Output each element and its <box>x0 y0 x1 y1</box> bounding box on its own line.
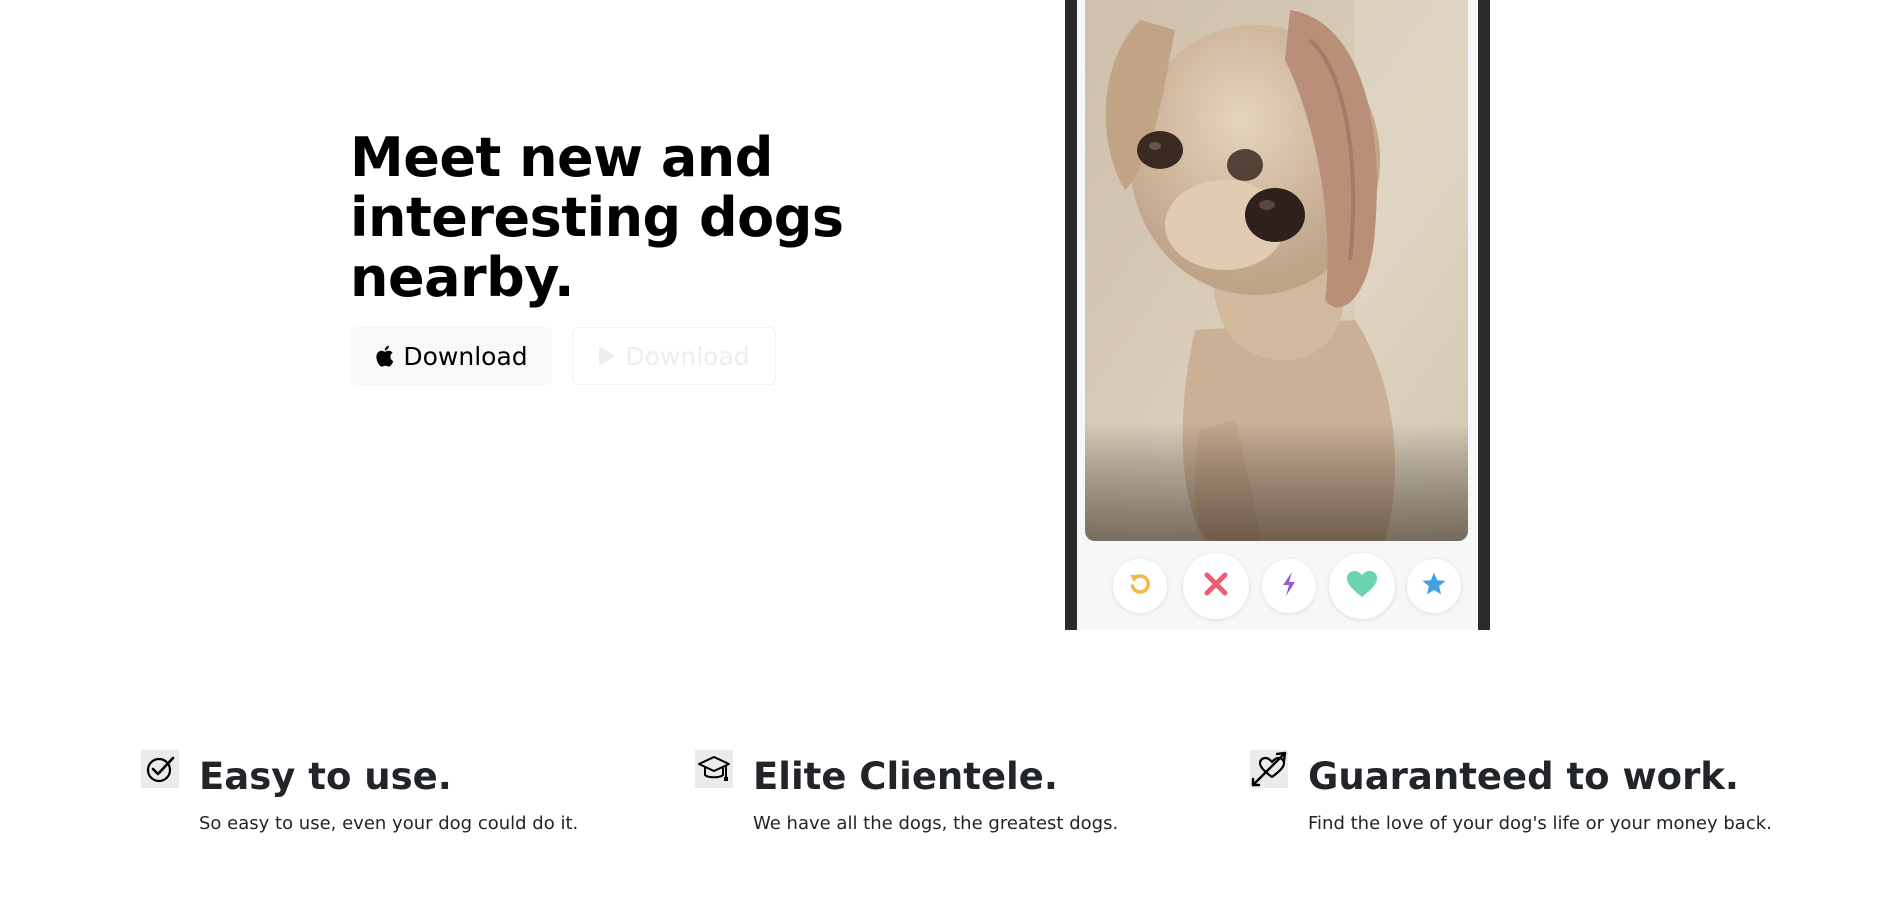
play-store-icon <box>598 345 616 367</box>
feature-title: Elite Clientele. <box>753 755 1058 798</box>
check-circle-icon <box>141 750 179 788</box>
feature-description: We have all the dogs, the greatest dogs. <box>753 813 1119 834</box>
heart-arrow-icon <box>1250 750 1288 788</box>
feature-description: So easy to use, even your dog could do i… <box>199 813 579 834</box>
boost-button[interactable] <box>1262 559 1316 613</box>
feature-title: Guaranteed to work. <box>1308 755 1739 798</box>
lightning-icon <box>1280 571 1298 601</box>
play-download-button[interactable]: Download <box>572 327 776 385</box>
rewind-button[interactable] <box>1113 559 1167 613</box>
apple-download-button[interactable]: Download <box>350 327 552 385</box>
hero-title: Meet new and interesting dogs nearby. <box>350 126 844 309</box>
star-icon <box>1421 571 1447 601</box>
phone-mockup <box>1065 0 1490 630</box>
nope-button[interactable] <box>1183 553 1249 619</box>
heart-icon <box>1346 570 1378 602</box>
dog-profile-photo <box>1085 0 1468 541</box>
apple-icon <box>374 344 394 368</box>
apple-download-label: Download <box>403 341 528 371</box>
play-download-label: Download <box>625 341 750 371</box>
phone-screen <box>1077 0 1478 630</box>
super-like-button[interactable] <box>1407 559 1461 613</box>
rewind-icon <box>1127 571 1153 601</box>
feature-title: Easy to use. <box>199 755 452 798</box>
like-button[interactable] <box>1329 553 1395 619</box>
feature-description: Find the love of your dog's life or your… <box>1308 813 1772 834</box>
close-icon <box>1202 570 1230 602</box>
graduation-cap-icon <box>695 750 733 788</box>
